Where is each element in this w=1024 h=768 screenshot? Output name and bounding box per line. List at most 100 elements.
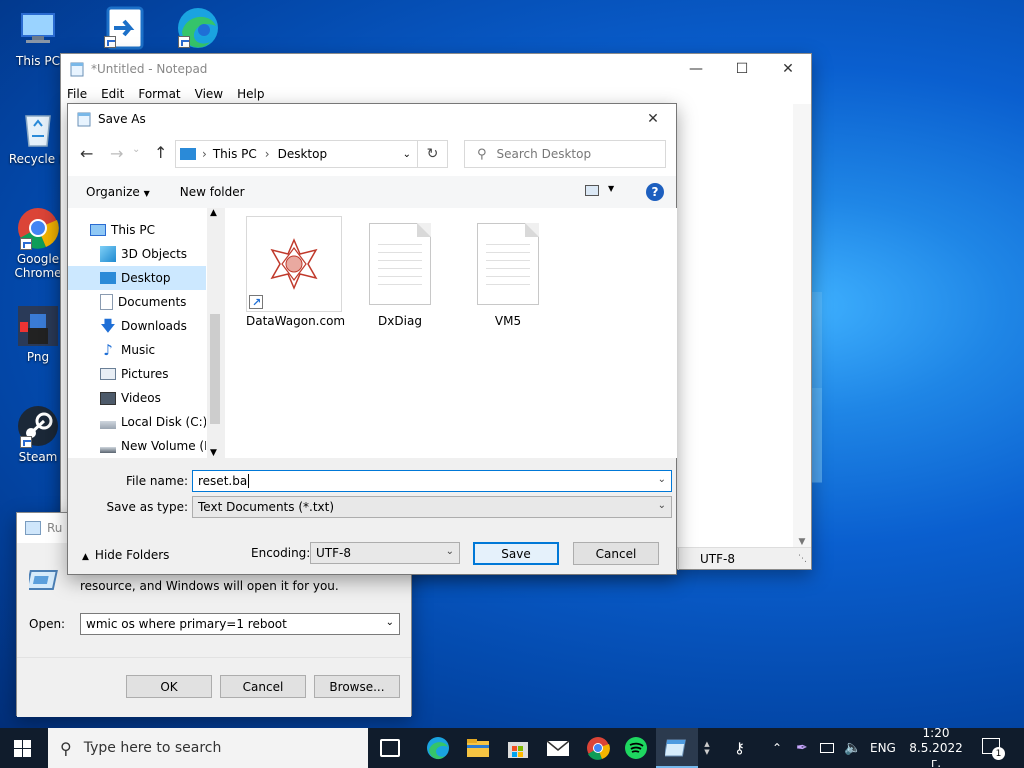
help-icon[interactable]: ? — [646, 183, 664, 201]
task-view-icon[interactable] — [380, 739, 400, 757]
menu-help[interactable]: Help — [237, 87, 264, 101]
scroll-thumb[interactable] — [210, 314, 220, 424]
file-name-input[interactable]: reset.ba ⌄ — [192, 470, 672, 492]
cancel-button[interactable]: Cancel — [220, 675, 306, 698]
breadcrumb-this-pc[interactable]: This PC — [213, 147, 257, 161]
chrome-taskbar-icon[interactable] — [586, 736, 610, 760]
taskbar: ⚲ Type here to search ▲ ▼ ⚷ ⌃ ✒ 🔈 ENG 1:2… — [0, 726, 1024, 768]
edge-taskbar-icon[interactable] — [426, 736, 450, 760]
view-options-icon[interactable] — [585, 185, 599, 196]
clock-date: 8.5.2022 г. — [909, 740, 963, 768]
encoding-label: Encoding: — [251, 546, 311, 560]
chevron-down-icon[interactable]: ⌄ — [386, 617, 394, 628]
status-encoding: UTF-8 — [700, 552, 735, 566]
taskbar-overflow-arrows[interactable]: ▲ ▼ — [700, 728, 714, 768]
datawagon-logo-icon — [270, 238, 318, 290]
encoding-select[interactable]: UTF-8 ⌄ — [310, 542, 460, 564]
nav-item-music[interactable]: ♪ Music — [68, 338, 206, 362]
save-button[interactable]: Save — [473, 542, 559, 565]
menu-file[interactable]: File — [67, 87, 87, 101]
monitor-icon — [21, 13, 55, 43]
nav-item-local-disk-c[interactable]: Local Disk (C:) — [68, 410, 206, 434]
taskbar-search-box[interactable]: ⚲ Type here to search — [48, 728, 368, 768]
forward-arrow-icon[interactable]: → — [110, 144, 123, 163]
new-folder-button[interactable]: New folder — [180, 185, 245, 199]
back-arrow-icon[interactable]: ← — [80, 144, 93, 163]
file-item[interactable]: VM5 — [460, 216, 556, 328]
close-button[interactable]: ✕ — [630, 104, 676, 134]
browse-button[interactable]: Browse... — [314, 675, 400, 698]
nav-label: Videos — [121, 391, 161, 405]
resize-grip-icon[interactable]: ⋱ — [798, 554, 807, 564]
save-as-titlebar[interactable]: Save As ✕ — [68, 104, 676, 134]
nav-item-new-volume-d[interactable]: New Volume (D: — [68, 434, 206, 458]
text-cursor — [248, 474, 250, 488]
hide-folders-button[interactable]: ▲ Hide Folders — [82, 548, 169, 562]
caret-down-icon[interactable]: ▼ — [608, 184, 614, 193]
navigation-scrollbar[interactable]: ▲ ▼ — [207, 208, 223, 458]
refresh-button[interactable]: ↻ — [418, 140, 448, 168]
save-type-select[interactable]: Text Documents (*.txt) ⌄ — [192, 496, 672, 518]
save-type-value: Text Documents (*.txt) — [198, 500, 335, 514]
breadcrumb-desktop[interactable]: Desktop — [278, 147, 328, 161]
people-icon[interactable]: ⚷ — [734, 728, 745, 768]
nav-item-3d-objects[interactable]: 3D Objects — [68, 242, 206, 266]
shortcut-arrow-icon: ↗ — [249, 295, 263, 309]
organize-button[interactable]: Organize ▼ — [86, 185, 150, 199]
maximize-button[interactable]: ☐ — [719, 54, 765, 84]
notepad-taskbar-button[interactable] — [656, 728, 698, 768]
chevron-down-icon[interactable]: ⌄ — [132, 144, 140, 155]
clock[interactable]: 1:20 8.5.2022 г. — [904, 726, 968, 768]
feather-pen-icon[interactable]: ✒ — [796, 728, 808, 768]
scroll-down-icon[interactable]: ▼ — [210, 448, 217, 458]
command-bar: Organize ▼ New folder ▼ ? — [68, 176, 676, 208]
scroll-down-icon[interactable]: ▼ — [793, 537, 811, 547]
file-item[interactable]: ↗ DataWagon.com — [246, 216, 345, 328]
run-description: resource, and Windows will open it for y… — [80, 579, 339, 593]
file-name: DxDiag — [378, 314, 422, 328]
nav-item-desktop[interactable]: Desktop — [68, 266, 206, 290]
chevron-up-icon[interactable]: ⌃ — [772, 728, 782, 768]
nav-item-documents[interactable]: Documents — [68, 290, 206, 314]
chevron-down-icon[interactable]: ⌄ — [403, 149, 411, 160]
notification-center-icon[interactable]: 1 — [982, 738, 1005, 760]
film-icon — [100, 391, 116, 405]
volume-icon[interactable]: 🔈 — [844, 728, 861, 768]
notepad-titlebar[interactable]: *Untitled - Notepad — ☐ ✕ — [61, 54, 811, 84]
menu-view[interactable]: View — [195, 87, 223, 101]
file-thumbnail — [460, 216, 556, 312]
file-name: VM5 — [494, 314, 522, 328]
network-icon[interactable] — [820, 728, 834, 768]
open-combobox[interactable]: wmic os where primary=1 reboot ⌄ — [80, 613, 400, 635]
menu-edit[interactable]: Edit — [101, 87, 124, 101]
language-indicator[interactable]: ENG — [870, 728, 896, 768]
file-item[interactable]: DxDiag — [352, 216, 448, 328]
minimize-button[interactable]: — — [673, 54, 719, 84]
notification-count: 1 — [992, 747, 1005, 760]
organize-label: Organize — [86, 185, 140, 199]
desktop-icon-edge[interactable] — [160, 4, 232, 50]
search-box[interactable]: ⚲ Search Desktop — [464, 140, 666, 168]
menu-format[interactable]: Format — [138, 87, 180, 101]
close-button[interactable]: ✕ — [765, 54, 811, 84]
chevron-down-icon[interactable]: ⌄ — [658, 474, 666, 485]
desktop-icon-app[interactable] — [86, 4, 158, 50]
store-icon[interactable] — [506, 736, 530, 760]
address-bar[interactable]: › This PC › Desktop ⌄ — [175, 140, 418, 168]
file-explorer-icon[interactable] — [466, 736, 490, 760]
nav-item-downloads[interactable]: 🡇 Downloads — [68, 314, 206, 338]
nav-item-pictures[interactable]: Pictures — [68, 362, 206, 386]
mail-icon[interactable] — [546, 736, 570, 760]
ok-button[interactable]: OK — [126, 675, 212, 698]
nav-label: Documents — [118, 295, 187, 309]
spotify-icon[interactable] — [624, 736, 648, 760]
nav-item-videos[interactable]: Videos — [68, 386, 206, 410]
recycle-bin-icon — [25, 115, 51, 147]
nav-item-this-pc[interactable]: This PC — [68, 218, 206, 242]
notepad-scrollbar[interactable]: ▼ — [793, 104, 811, 547]
scroll-up-icon[interactable]: ▲ — [210, 208, 217, 218]
chevron-down-icon: ⌄ — [657, 500, 666, 511]
windows-start-icon[interactable] — [14, 740, 32, 758]
up-arrow-icon[interactable]: ↑ — [154, 143, 167, 162]
cancel-button[interactable]: Cancel — [573, 542, 659, 565]
